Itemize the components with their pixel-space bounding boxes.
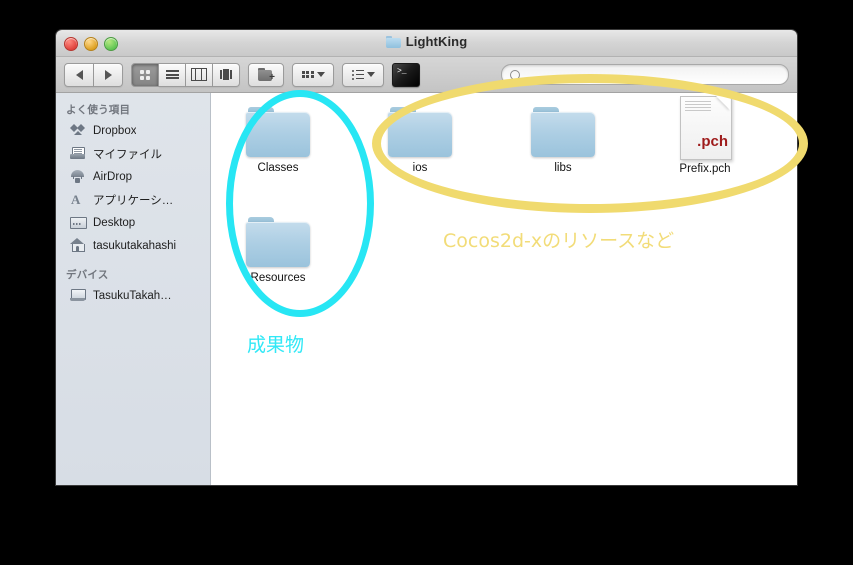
- window-body: よく使う項目 Dropbox マイファイル AirDrop A アプリケーシ… …: [56, 93, 797, 485]
- file-label: libs: [554, 162, 572, 174]
- sidebar-item-home[interactable]: tasukutakahashi: [56, 234, 210, 257]
- applications-icon: A: [71, 192, 81, 207]
- file-label: ios: [412, 162, 428, 174]
- chevron-left-icon: [75, 69, 83, 80]
- action-list-icon: [351, 69, 364, 80]
- file-label: Resources: [250, 272, 306, 284]
- file-item-prefix-pch[interactable]: .pch Prefix.pch: [657, 96, 753, 176]
- sidebar-item-label: Desktop: [93, 216, 136, 229]
- sidebar-item-applications[interactable]: A アプリケーシ…: [56, 188, 210, 211]
- chevron-down-icon: [316, 72, 325, 77]
- sidebar-item-label: アプリケーシ…: [93, 194, 174, 207]
- file-label: Prefix.pch: [679, 163, 731, 175]
- finder-toolbar: + >_: [56, 57, 797, 93]
- icon-view-button[interactable]: [131, 62, 159, 87]
- folder-icon: [246, 217, 310, 267]
- home-icon: [70, 238, 86, 253]
- action-dropdown[interactable]: [342, 62, 384, 87]
- chevron-right-icon: [104, 69, 112, 80]
- sidebar-item-device[interactable]: TasukuTakah…: [56, 284, 210, 307]
- navigation-buttons: [64, 62, 123, 87]
- annotation-yellow-text: Cocos2d-xのリソースなど: [443, 230, 675, 252]
- coverflow-view-button[interactable]: [213, 62, 240, 87]
- list-icon: [165, 69, 179, 81]
- file-item-ios[interactable]: ios: [372, 107, 468, 175]
- sidebar-item-label: TasukuTakah…: [93, 289, 172, 302]
- search-icon: [510, 69, 520, 80]
- sidebar-section-favorites-header: よく使う項目: [66, 104, 131, 116]
- sidebar-item-airdrop[interactable]: AirDrop: [56, 165, 210, 188]
- coverflow-icon: [220, 69, 232, 80]
- search-field[interactable]: [501, 64, 789, 85]
- new-folder-button[interactable]: +: [248, 62, 284, 87]
- window-title-group: LightKing: [56, 34, 797, 49]
- file-item-classes[interactable]: Classes: [230, 107, 326, 175]
- terminal-icon: >_: [397, 66, 407, 76]
- folder-icon: [246, 107, 310, 157]
- dropbox-icon: [70, 123, 86, 138]
- sidebar-item-label: Dropbox: [93, 124, 137, 137]
- columns-icon: [191, 68, 207, 81]
- view-mode-segmented-control: [131, 62, 240, 87]
- desktop-background: LightKing + >_ よく使う項目 Dropbox マイファイル Air…: [0, 0, 853, 565]
- file-item-libs[interactable]: libs: [515, 107, 611, 175]
- chevron-down-icon: [366, 72, 375, 77]
- back-button[interactable]: [64, 62, 94, 87]
- sidebar-item-label: tasukutakahashi: [93, 239, 177, 252]
- sidebar-item-my-files[interactable]: マイファイル: [56, 142, 210, 165]
- my-files-icon: [70, 146, 86, 161]
- file-item-resources[interactable]: Resources: [230, 217, 326, 285]
- sidebar-item-desktop[interactable]: Desktop: [56, 211, 210, 234]
- sidebar-item-label: マイファイル: [93, 148, 162, 161]
- column-view-button[interactable]: [186, 62, 213, 87]
- new-folder-icon: +: [258, 68, 275, 83]
- document-icon: .pch: [680, 96, 732, 160]
- annotation-cyan-text: 成果物: [247, 334, 305, 356]
- arrange-icon: [301, 70, 314, 79]
- file-label: Classes: [257, 162, 299, 174]
- window-title: LightKing: [405, 34, 468, 49]
- list-view-button[interactable]: [159, 62, 186, 87]
- forward-button[interactable]: [94, 62, 123, 87]
- desktop-icon: [70, 215, 87, 230]
- sidebar-item-label: AirDrop: [93, 170, 132, 183]
- finder-window: LightKing + >_ よく使う項目 Dropbox マイファイル Air…: [56, 30, 797, 485]
- folder-icon: [388, 107, 452, 157]
- sidebar: よく使う項目 Dropbox マイファイル AirDrop A アプリケーシ… …: [56, 93, 211, 485]
- terminal-button[interactable]: >_: [392, 62, 420, 87]
- window-titlebar: LightKing: [56, 30, 797, 57]
- laptop-icon: [70, 288, 86, 303]
- file-grid: Classes Resources ios libs .pch Prefix.p…: [211, 93, 797, 485]
- arrange-dropdown[interactable]: [292, 62, 334, 87]
- sidebar-item-dropbox[interactable]: Dropbox: [56, 119, 210, 142]
- search-input[interactable]: [524, 67, 780, 82]
- file-extension-label: .pch: [697, 133, 728, 150]
- sidebar-section-devices-header: デバイス: [66, 269, 109, 281]
- folder-icon: [531, 107, 595, 157]
- grid-icon: [140, 69, 150, 80]
- airdrop-icon: [70, 169, 86, 184]
- folder-icon: [385, 35, 401, 48]
